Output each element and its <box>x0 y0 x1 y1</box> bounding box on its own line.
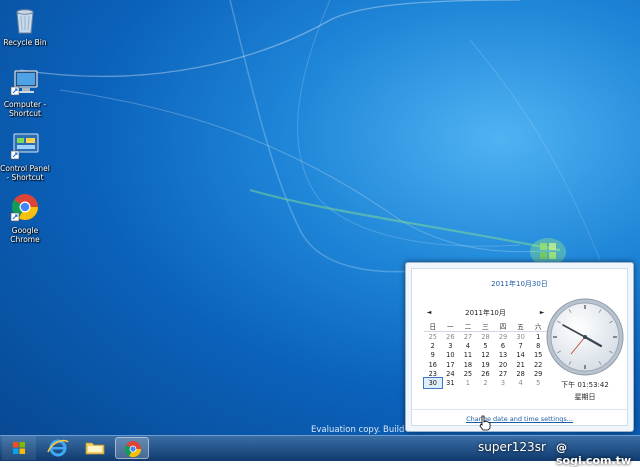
calendar-day[interactable]: 10 <box>442 351 460 360</box>
calendar-day[interactable]: 3 <box>442 341 460 350</box>
site-watermark: @ sogi.com.tw <box>556 441 632 467</box>
desktop-icon-google-chrome[interactable]: Google Chrome <box>0 192 50 244</box>
start-button[interactable] <box>2 436 36 460</box>
calendar-day[interactable]: 2 <box>424 341 442 350</box>
weekday-header-row: 日 一 二 三 四 五 六 <box>424 321 547 332</box>
weekday-label: 四 <box>494 321 512 332</box>
calendar-week-row: 16 17 18 19 20 21 22 <box>424 360 547 369</box>
recycle-bin-icon <box>16 9 34 34</box>
desktop-icon-computer[interactable]: Computer - Shortcut <box>0 66 50 118</box>
calendar-day[interactable]: 28 <box>512 369 530 378</box>
desktop-icon-label: Google Chrome <box>10 226 40 244</box>
weekday-label: 五 <box>511 321 530 332</box>
calendar-day[interactable]: 11 <box>459 351 477 360</box>
calendar-day[interactable]: 26 <box>442 332 460 342</box>
weekday-label: 一 <box>441 321 460 332</box>
calendar-day[interactable]: 31 <box>442 378 460 387</box>
hand-cursor-icon <box>479 415 491 431</box>
calendar-day[interactable]: 25 <box>424 332 442 342</box>
flyout-divider <box>412 409 627 410</box>
computer-icon <box>10 70 38 96</box>
evaluation-watermark: Evaluation copy. Build <box>311 425 405 435</box>
calendar-week-row: 23 24 25 26 27 28 29 <box>424 369 547 378</box>
calendar-day[interactable]: 27 <box>494 369 512 378</box>
folder-icon <box>85 442 105 455</box>
calendar-day[interactable]: 4 <box>512 378 530 387</box>
chrome-icon <box>10 194 39 222</box>
taskbar-item-google-chrome[interactable] <box>115 437 149 459</box>
chrome-icon <box>124 441 142 458</box>
calendar-day[interactable]: 28 <box>477 332 495 342</box>
taskbar-item-windows-explorer[interactable] <box>78 437 112 459</box>
calendar-day[interactable]: 24 <box>442 369 460 378</box>
desktop-icon-control-panel[interactable]: Control Panel - Shortcut <box>0 130 50 182</box>
calendar-day[interactable]: 20 <box>494 360 512 369</box>
prev-month-icon[interactable]: ◄ <box>424 307 434 319</box>
calendar-day[interactable]: 30 <box>512 332 530 342</box>
calendar-week-row: 25 26 27 28 29 30 1 <box>424 332 547 342</box>
calendar-day[interactable]: 14 <box>512 351 530 360</box>
calendar-week-row: 2 3 4 5 6 7 8 <box>424 341 547 350</box>
calendar-day[interactable]: 23 <box>424 369 442 378</box>
calendar-week-row: 30 31 1 2 3 4 5 <box>423 377 547 389</box>
desktop-icon-label: Recycle Bin <box>3 38 47 47</box>
weekday-label: 日 <box>424 321 442 332</box>
clock-flyout-panel: 2011年10月30日 ◄ 2011年10月 ► 日 一 二 三 四 五 六 2… <box>411 268 628 426</box>
weekday-label: 二 <box>459 321 477 332</box>
tray-text: super123sr <box>478 440 546 454</box>
calendar-day[interactable]: 3 <box>494 378 512 387</box>
month-label[interactable]: 2011年10月 <box>465 309 506 317</box>
calendar-header: ◄ 2011年10月 ► <box>424 307 547 319</box>
calendar-day[interactable]: 12 <box>477 351 495 360</box>
desktop-icon-label: Control Panel - Shortcut <box>0 164 50 182</box>
calendar-day[interactable]: 13 <box>494 351 512 360</box>
calendar-day[interactable]: 18 <box>459 360 477 369</box>
calendar-day[interactable]: 9 <box>424 351 442 360</box>
digital-time: 下午 01:53:42 <box>561 381 609 389</box>
calendar-day[interactable]: 19 <box>477 360 495 369</box>
weekday-label: 三 <box>476 321 495 332</box>
calendar-day[interactable]: 2 <box>477 378 495 387</box>
desktop-icon-label: Computer - Shortcut <box>3 100 47 118</box>
analog-clock <box>546 298 624 376</box>
calendar-day[interactable]: 25 <box>459 369 477 378</box>
calendar-day-today[interactable]: 30 <box>423 377 443 389</box>
change-date-time-settings-link[interactable]: Change date and time settings... <box>412 415 627 423</box>
calendar-day[interactable]: 29 <box>494 332 512 342</box>
clock-flyout: 2011年10月30日 ◄ 2011年10月 ► 日 一 二 三 四 五 六 2… <box>405 262 634 432</box>
calendar-day[interactable]: 6 <box>494 341 512 350</box>
calendar-day[interactable]: 17 <box>442 360 460 369</box>
weekday-name: 星期日 <box>574 393 596 401</box>
calendar-day[interactable]: 26 <box>477 369 495 378</box>
calendar-day[interactable]: 27 <box>459 332 477 342</box>
full-date-link[interactable]: 2011年10月30日 <box>412 279 627 289</box>
calendar-week-row: 9 10 11 12 13 14 15 <box>424 351 547 360</box>
calendar-grid: 日 一 二 三 四 五 六 25 26 27 28 29 30 1 2 3 4 … <box>423 321 547 389</box>
taskbar-item-internet-explorer[interactable] <box>41 437 75 459</box>
calendar-day[interactable]: 4 <box>459 341 477 350</box>
calendar-day[interactable]: 16 <box>424 360 442 369</box>
calendar-day[interactable]: 7 <box>512 341 530 350</box>
calendar-day[interactable]: 1 <box>459 378 477 387</box>
control-panel-icon <box>10 133 39 160</box>
ie-icon <box>47 439 69 457</box>
calendar: ◄ 2011年10月 ► 日 一 二 三 四 五 六 25 26 27 28 2… <box>423 307 547 389</box>
desktop-icon-recycle-bin[interactable]: Recycle Bin <box>0 4 50 47</box>
calendar-day[interactable]: 5 <box>477 341 495 350</box>
calendar-day[interactable]: 21 <box>512 360 530 369</box>
